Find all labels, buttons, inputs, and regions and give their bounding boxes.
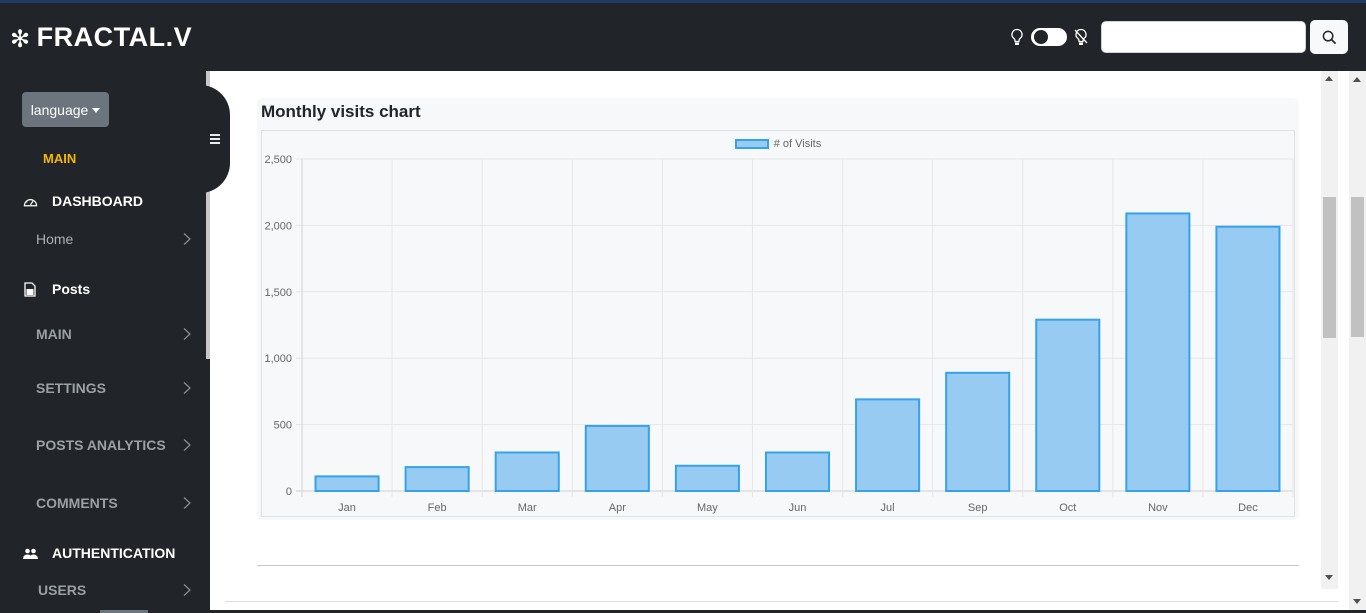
bar-jun — [766, 452, 829, 491]
x-tick-label: May — [697, 502, 718, 514]
bar-may — [676, 466, 739, 491]
lightbulb-off-icon — [1073, 28, 1089, 46]
bar-oct — [1036, 320, 1099, 491]
bar-sep — [946, 373, 1009, 491]
sidebar-item-label: SETTINGS — [36, 380, 106, 396]
sidebar-item-main[interactable]: MAIN — [36, 326, 194, 342]
scrollbar-thumb[interactable] — [1323, 197, 1336, 338]
bar-jul — [856, 399, 919, 491]
x-tick-label: Nov — [1148, 502, 1168, 514]
chevron-right-icon — [180, 438, 194, 452]
toggle-knob — [1034, 30, 1048, 44]
scroll-up-arrow-icon[interactable] — [1325, 76, 1333, 81]
search-button[interactable] — [1310, 20, 1348, 54]
navbar-tools — [1009, 20, 1348, 54]
language-label: language — [31, 102, 89, 118]
caret-down-icon — [92, 108, 100, 113]
chevron-right-icon — [180, 496, 194, 510]
sidebar-item-label: USERS — [38, 582, 86, 598]
sidebar-item-users[interactable]: USERS — [38, 582, 194, 598]
lightbulb-icon — [1009, 28, 1025, 46]
theme-toggle[interactable] — [1031, 28, 1067, 46]
brand-logo[interactable]: ✻ FRACTAL.V — [10, 21, 192, 54]
chevron-right-icon — [180, 327, 194, 341]
x-tick-label: Mar — [518, 502, 537, 514]
sidebar-item-settings[interactable]: SETTINGS — [36, 380, 194, 396]
main-content: Monthly visits chart # of Visits 05001,0… — [210, 71, 1338, 601]
scrollbar-thumb[interactable] — [1351, 197, 1364, 337]
users-icon — [22, 545, 38, 561]
content-scrollbar[interactable] — [1321, 71, 1338, 589]
x-tick-label: Jun — [789, 502, 807, 514]
y-tick-label: 1,500 — [264, 287, 292, 299]
card-title: Monthly visits chart — [261, 102, 421, 122]
sidebar-item-label: MAIN — [36, 326, 72, 342]
x-tick-label: Feb — [428, 502, 447, 514]
page-gutter — [1338, 71, 1349, 613]
top-navbar: ✻ FRACTAL.V — [0, 3, 1366, 71]
sidebar-group-label: Posts — [52, 281, 90, 297]
speedometer-icon — [22, 193, 38, 209]
sidebar-item-comments[interactable]: COMMENTS — [36, 495, 194, 511]
bar-jan — [316, 476, 379, 491]
y-tick-label: 1,000 — [264, 353, 292, 365]
footer-divider — [225, 601, 1338, 602]
chart-container: # of Visits 05001,0001,5002,0002,500JanF… — [261, 130, 1295, 517]
y-tick-label: 2,500 — [264, 154, 292, 166]
bar-mar — [496, 452, 559, 491]
x-tick-label: Apr — [609, 502, 626, 514]
bar-dec — [1216, 227, 1279, 491]
hamburger-menu-icon[interactable] — [210, 134, 220, 146]
chevron-right-icon — [180, 381, 194, 395]
asterisk-icon: ✻ — [10, 25, 31, 54]
scroll-down-arrow-icon[interactable] — [1325, 575, 1333, 580]
sidebar-section-label: MAIN — [43, 151, 76, 166]
y-tick-label: 2,000 — [264, 220, 292, 232]
sidebar-group-dashboard[interactable]: DASHBOARD — [22, 193, 143, 209]
x-tick-label: Dec — [1238, 502, 1258, 514]
y-tick-label: 500 — [274, 420, 292, 432]
bar-feb — [406, 467, 469, 491]
chevron-right-icon — [180, 583, 194, 597]
sidebar-item-posts-analytics[interactable]: POSTS ANALYTICS — [36, 437, 194, 453]
scroll-down-arrow-icon[interactable] — [1353, 599, 1361, 604]
page-scrollbar[interactable] — [1349, 71, 1366, 610]
sidebar-item-label: POSTS ANALYTICS — [36, 437, 166, 453]
x-tick-label: Jan — [338, 502, 356, 514]
chart-card: Monthly visits chart # of Visits 05001,0… — [257, 98, 1299, 520]
bar-apr — [586, 426, 649, 491]
sidebar-item-label: COMMENTS — [36, 495, 118, 511]
x-tick-label: Sep — [968, 502, 988, 514]
sidebar-group-authentication[interactable]: AUTHENTICATION — [22, 545, 175, 561]
x-tick-label: Oct — [1059, 502, 1076, 514]
document-icon — [22, 281, 38, 297]
y-tick-label: 0 — [286, 486, 292, 498]
sidebar-group-posts[interactable]: Posts — [22, 281, 90, 297]
search-icon — [1322, 30, 1337, 45]
sidebar-group-label: DASHBOARD — [52, 193, 143, 209]
divider — [257, 565, 1299, 566]
bar-chart: 0 500 1,000 1,500 2,000 2,500 Jan Feb Mar Apr May J… — [262, 131, 1294, 516]
search-input[interactable] — [1101, 21, 1306, 53]
x-tick-label: Jul — [881, 502, 895, 514]
sidebar-group-label: AUTHENTICATION — [52, 545, 175, 561]
bar-nov — [1126, 213, 1189, 491]
language-dropdown[interactable]: language — [22, 92, 109, 127]
chevron-right-icon — [180, 232, 194, 246]
brand-name: FRACTAL.V — [37, 22, 192, 53]
sidebar-item-label: Home — [36, 231, 73, 247]
sidebar-item-home[interactable]: Home — [36, 231, 194, 247]
scroll-up-arrow-icon[interactable] — [1353, 77, 1361, 82]
